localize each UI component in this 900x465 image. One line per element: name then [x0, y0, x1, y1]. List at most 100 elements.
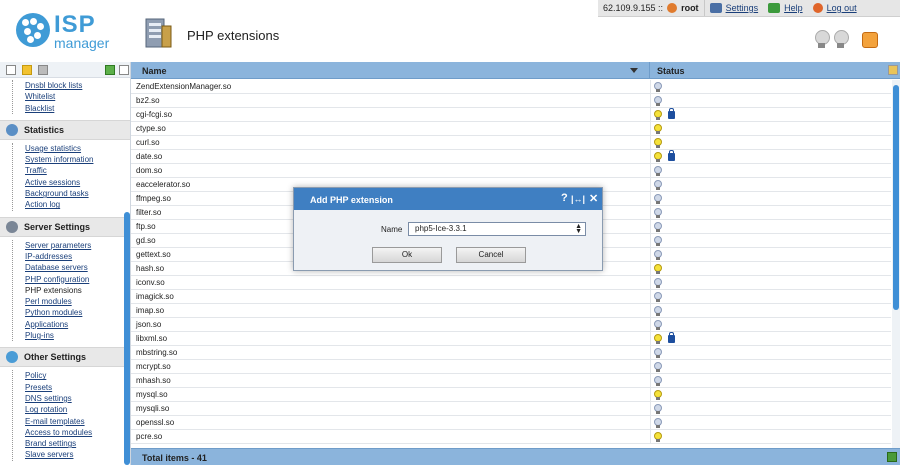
sidebar-link[interactable]: Python modules [25, 308, 82, 317]
sidebar-link[interactable]: Dnsbl block lists [25, 81, 82, 90]
sidebar-item-active-sessions[interactable]: Active sessions [23, 177, 130, 188]
enable-bulb-icon[interactable] [814, 30, 830, 50]
table-row[interactable]: mysql.so [131, 388, 891, 402]
sidebar-link[interactable]: PHP configuration [25, 275, 89, 284]
sidebar-item-dnsbl[interactable]: Dnsbl block lists [23, 80, 130, 91]
maximize-icon[interactable]: |↔| [571, 194, 585, 204]
sidebar-link[interactable]: E-mail templates [25, 417, 85, 426]
table-row[interactable]: bz2.so [131, 94, 891, 108]
sidebar-link[interactable]: Brand settings [25, 439, 76, 448]
table-row[interactable]: cgi-fcgi.so [131, 108, 891, 122]
sidebar-link[interactable]: Slave servers [25, 450, 73, 459]
sidebar-item-usage-statistics[interactable]: Usage statistics [23, 143, 130, 154]
add-extension-icon[interactable] [862, 32, 878, 48]
sidebar-link[interactable]: Log rotation [25, 405, 67, 414]
disable-bulb-icon[interactable] [833, 30, 849, 50]
column-status-header[interactable]: Status [657, 66, 685, 76]
sidebar-link[interactable]: Usage statistics [25, 144, 81, 153]
sidebar-link[interactable]: Whitelist [25, 92, 55, 101]
sidebar-item-background-tasks[interactable]: Background tasks [23, 188, 130, 199]
name-select[interactable]: php5-Ice-3.3.1 ▲ ▼ [408, 222, 586, 236]
sidebar-link[interactable]: Applications [25, 320, 68, 329]
sidebar-item-whitelist[interactable]: Whitelist [23, 91, 130, 102]
sidebar-link[interactable]: Presets [25, 383, 52, 392]
help-link[interactable]: Help [784, 3, 803, 13]
group-other-settings[interactable]: Other Settings [0, 347, 130, 368]
table-row[interactable]: curl.so [131, 136, 891, 150]
table-row[interactable]: ZendExtensionManager.so [131, 80, 891, 94]
table-row[interactable]: mysqli.so [131, 402, 891, 416]
sidebar-item-presets[interactable]: Presets [23, 382, 130, 393]
sidebar-link[interactable]: Traffic [25, 166, 47, 175]
table-row[interactable]: mcrypt.so [131, 360, 891, 374]
sidebar-item-slave-servers[interactable]: Slave servers [23, 449, 130, 460]
sidebar-item-system-information[interactable]: System information [23, 154, 130, 165]
logout-link-wrap[interactable]: Log out [808, 0, 862, 16]
sidebar-link[interactable]: Blacklist [25, 104, 54, 113]
table-row[interactable]: ctype.so [131, 122, 891, 136]
sidebar-item-server-parameters[interactable]: Server parameters [23, 240, 130, 251]
help-icon[interactable]: ? [561, 192, 568, 204]
table-row[interactable]: imap.so [131, 304, 891, 318]
sidebar-item-blacklist[interactable]: Blacklist [23, 103, 130, 114]
help-link-wrap[interactable]: Help [763, 0, 808, 16]
sidebar-item-traffic[interactable]: Traffic [23, 165, 130, 176]
sidebar-item-ip-addresses[interactable]: IP-addresses [23, 251, 130, 262]
sidebar-link[interactable]: Database servers [25, 263, 88, 272]
sidebar-link[interactable]: IP-addresses [25, 252, 72, 261]
sidebar-item-php-extensions[interactable]: PHP extensions [23, 285, 130, 296]
sidebar-link[interactable]: DNS settings [25, 394, 72, 403]
tree-icon[interactable] [6, 65, 16, 75]
column-name-header[interactable]: Name [142, 66, 167, 76]
table-row[interactable]: imagick.so [131, 290, 891, 304]
sidebar-link[interactable]: Access to modules [25, 428, 92, 437]
sidebar-link[interactable]: Policy [25, 371, 46, 380]
sidebar-link[interactable]: System information [25, 155, 93, 164]
scrollbar-thumb[interactable] [893, 85, 899, 310]
table-scrollbar[interactable] [892, 80, 900, 448]
ok-button[interactable]: Ok [372, 247, 442, 263]
logout-link[interactable]: Log out [827, 3, 857, 13]
cancel-button[interactable]: Cancel [456, 247, 526, 263]
folder-icon[interactable] [38, 65, 48, 75]
sidebar-item-log-rotation[interactable]: Log rotation [23, 404, 130, 415]
group-server-settings[interactable]: Server Settings [0, 216, 130, 237]
sidebar-item-database-servers[interactable]: Database servers [23, 262, 130, 273]
table-row[interactable]: iconv.so [131, 276, 891, 290]
sidebar-link[interactable]: Action log [25, 200, 60, 209]
dialog-titlebar[interactable]: Add PHP extension ? |↔| ✕ [294, 188, 602, 210]
sidebar-link[interactable]: Perl modules [25, 297, 72, 306]
column-settings-icon[interactable] [888, 65, 898, 75]
table-row[interactable]: openssl.so [131, 416, 891, 430]
sidebar-item-perl-modules[interactable]: Perl modules [23, 296, 130, 307]
star-icon[interactable] [22, 65, 32, 75]
group-statistics[interactable]: Statistics [0, 119, 130, 140]
export-icon[interactable] [887, 452, 897, 462]
sidebar-item-applications[interactable]: Applications [23, 319, 130, 330]
table-row[interactable]: dom.so [131, 164, 891, 178]
table-row[interactable]: pcre.so [131, 430, 891, 444]
table-row[interactable]: mbstring.so [131, 346, 891, 360]
sidebar-link[interactable]: Server parameters [25, 241, 91, 250]
sidebar-link[interactable]: Plug-ins [25, 331, 54, 340]
collapse-all-icon[interactable] [119, 65, 129, 75]
sidebar-item-dns-settings[interactable]: DNS settings [23, 393, 130, 404]
sidebar-item-access-to-modules[interactable]: Access to modules [23, 427, 130, 438]
table-row[interactable]: libxml.so [131, 332, 891, 346]
sidebar-link[interactable]: Active sessions [25, 178, 80, 187]
close-icon[interactable]: ✕ [589, 192, 598, 205]
sidebar-item-action-log[interactable]: Action log [23, 199, 130, 210]
sidebar-link[interactable]: Background tasks [25, 189, 89, 198]
settings-link[interactable]: Settings [726, 3, 759, 13]
sidebar-item-python-modules[interactable]: Python modules [23, 307, 130, 318]
table-row[interactable]: mhash.so [131, 374, 891, 388]
isp-manager-logo[interactable]: ISP manager [16, 11, 116, 53]
sidebar-item-php-configuration[interactable]: PHP configuration [23, 274, 130, 285]
sidebar-item-policy[interactable]: Policy [23, 370, 130, 381]
settings-link-wrap[interactable]: Settings [705, 0, 764, 16]
sort-desc-icon[interactable] [630, 68, 638, 73]
sidebar-item-email-templates[interactable]: E-mail templates [23, 416, 130, 427]
expand-all-icon[interactable] [105, 65, 115, 75]
sidebar-scrollbar[interactable] [124, 212, 130, 465]
sidebar-item-plug-ins[interactable]: Plug-ins [23, 330, 130, 341]
